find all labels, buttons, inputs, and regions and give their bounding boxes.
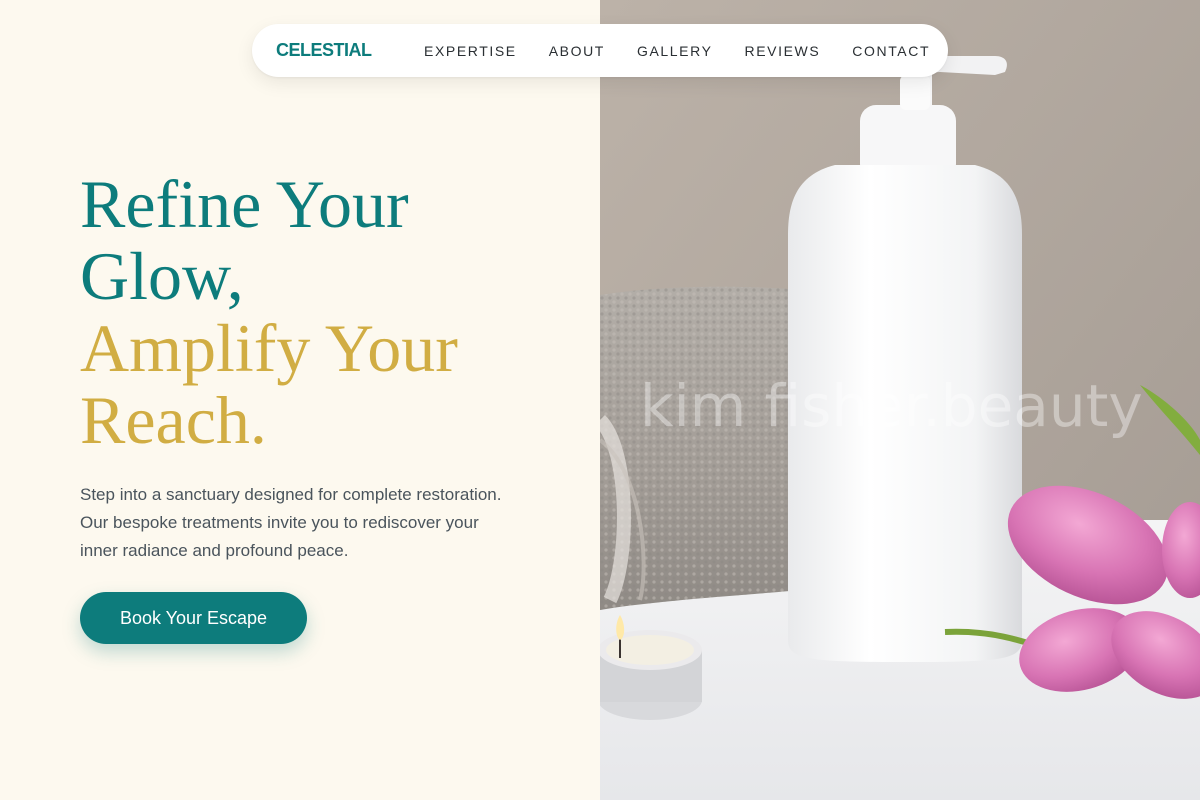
hero-intro-text: Step into a sanctuary designed for compl… (80, 485, 502, 560)
hero-image (600, 0, 1200, 800)
headline-line-2: Glow, (80, 238, 244, 314)
headline-line-1: Refine Your (80, 166, 409, 242)
hero-headline: Refine Your Glow, Amplify Your Reach. (80, 168, 580, 456)
headline-line-3: Amplify Your (80, 310, 458, 386)
brand-logo[interactable]: CELESTIAL (276, 40, 372, 61)
nav-item-gallery[interactable]: GALLERY (637, 43, 713, 59)
nav-item-expertise[interactable]: EXPERTISE (424, 43, 517, 59)
nav-links: EXPERTISE ABOUT GALLERY REVIEWS CONTACT (424, 43, 930, 59)
nav-item-reviews[interactable]: REVIEWS (745, 43, 821, 59)
nav-item-about[interactable]: ABOUT (549, 43, 605, 59)
nav-item-contact[interactable]: CONTACT (852, 43, 930, 59)
book-escape-button[interactable]: Book Your Escape (80, 592, 307, 644)
headline-line-4: Reach. (80, 382, 267, 458)
top-navbar: CELESTIAL EXPERTISE ABOUT GALLERY REVIEW… (252, 24, 948, 77)
